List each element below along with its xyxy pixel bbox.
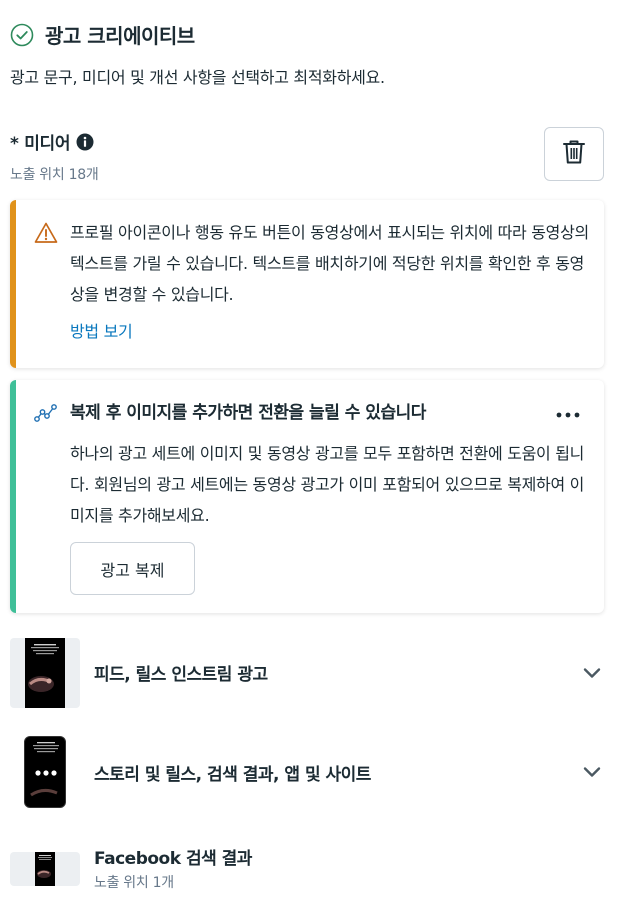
tip-title: 복제 후 이미지를 추가하면 전환을 늘릴 수 있습니다: [70, 403, 426, 423]
chevron-down-icon[interactable]: [580, 760, 604, 784]
trend-line-icon: [34, 401, 58, 425]
more-options-button[interactable]: [554, 402, 582, 422]
placement-sub: 노출 위치 1개: [94, 875, 174, 891]
media-label-row: * 미디어: [10, 129, 94, 154]
chevron-down-icon[interactable]: [580, 661, 604, 685]
feed-thumbnail: [10, 638, 80, 708]
text-overlap-warning-card: 프로필 아이콘이나 행동 유도 버튼이 동영상에서 표시되는 위치에 따라 동영…: [10, 200, 604, 368]
warning-triangle-icon: [34, 221, 58, 245]
placement-label: 스토리 및 릴스, 검색 결과, 앱 및 사이트: [94, 765, 371, 785]
duplicate-tip-card: 복제 후 이미지를 추가하면 전환을 늘릴 수 있습니다 하나의 광고 세트에 …: [10, 380, 604, 613]
check-circle-icon: [10, 23, 34, 47]
placement-facebook-search-row[interactable]: Facebook 검색 결과 노출 위치 1개: [10, 849, 614, 892]
stories-thumbnail: [24, 736, 66, 808]
warning-accent-bar: [10, 200, 16, 368]
placement-stories-row[interactable]: 스토리 및 릴스, 검색 결과, 앱 및 사이트: [10, 736, 614, 810]
trash-icon: [562, 139, 586, 169]
section-description: 광고 문구, 미디어 및 개선 사항을 선택하고 최적화하세요.: [10, 68, 385, 87]
media-label: * 미디어: [10, 134, 71, 154]
placement-label: 피드, 릴스 인스트림 광고: [94, 665, 268, 685]
info-icon[interactable]: [76, 133, 94, 151]
duplicate-ad-button[interactable]: 광고 복제: [70, 542, 195, 595]
section-header: 광고 크리에이티브: [10, 20, 195, 49]
warning-text: 프로필 아이콘이나 행동 유도 버튼이 동영상에서 표시되는 위치에 따라 동영…: [70, 223, 589, 304]
how-to-link[interactable]: 방법 보기: [70, 318, 133, 342]
more-dots-icon: [556, 403, 580, 422]
tip-text: 하나의 광고 세트에 이미지 및 동영상 광고를 모두 포함하면 전환에 도움이…: [70, 444, 585, 525]
delete-media-button[interactable]: [544, 127, 604, 181]
section-title: 광고 크리에이티브: [45, 24, 195, 48]
placement-label: Facebook 검색 결과: [94, 849, 252, 869]
media-placements-count: 노출 위치 18개: [10, 167, 99, 183]
placement-feed-row[interactable]: 피드, 릴스 인스트림 광고: [10, 638, 614, 710]
tip-accent-bar: [10, 380, 16, 613]
search-results-thumbnail: [10, 852, 80, 886]
